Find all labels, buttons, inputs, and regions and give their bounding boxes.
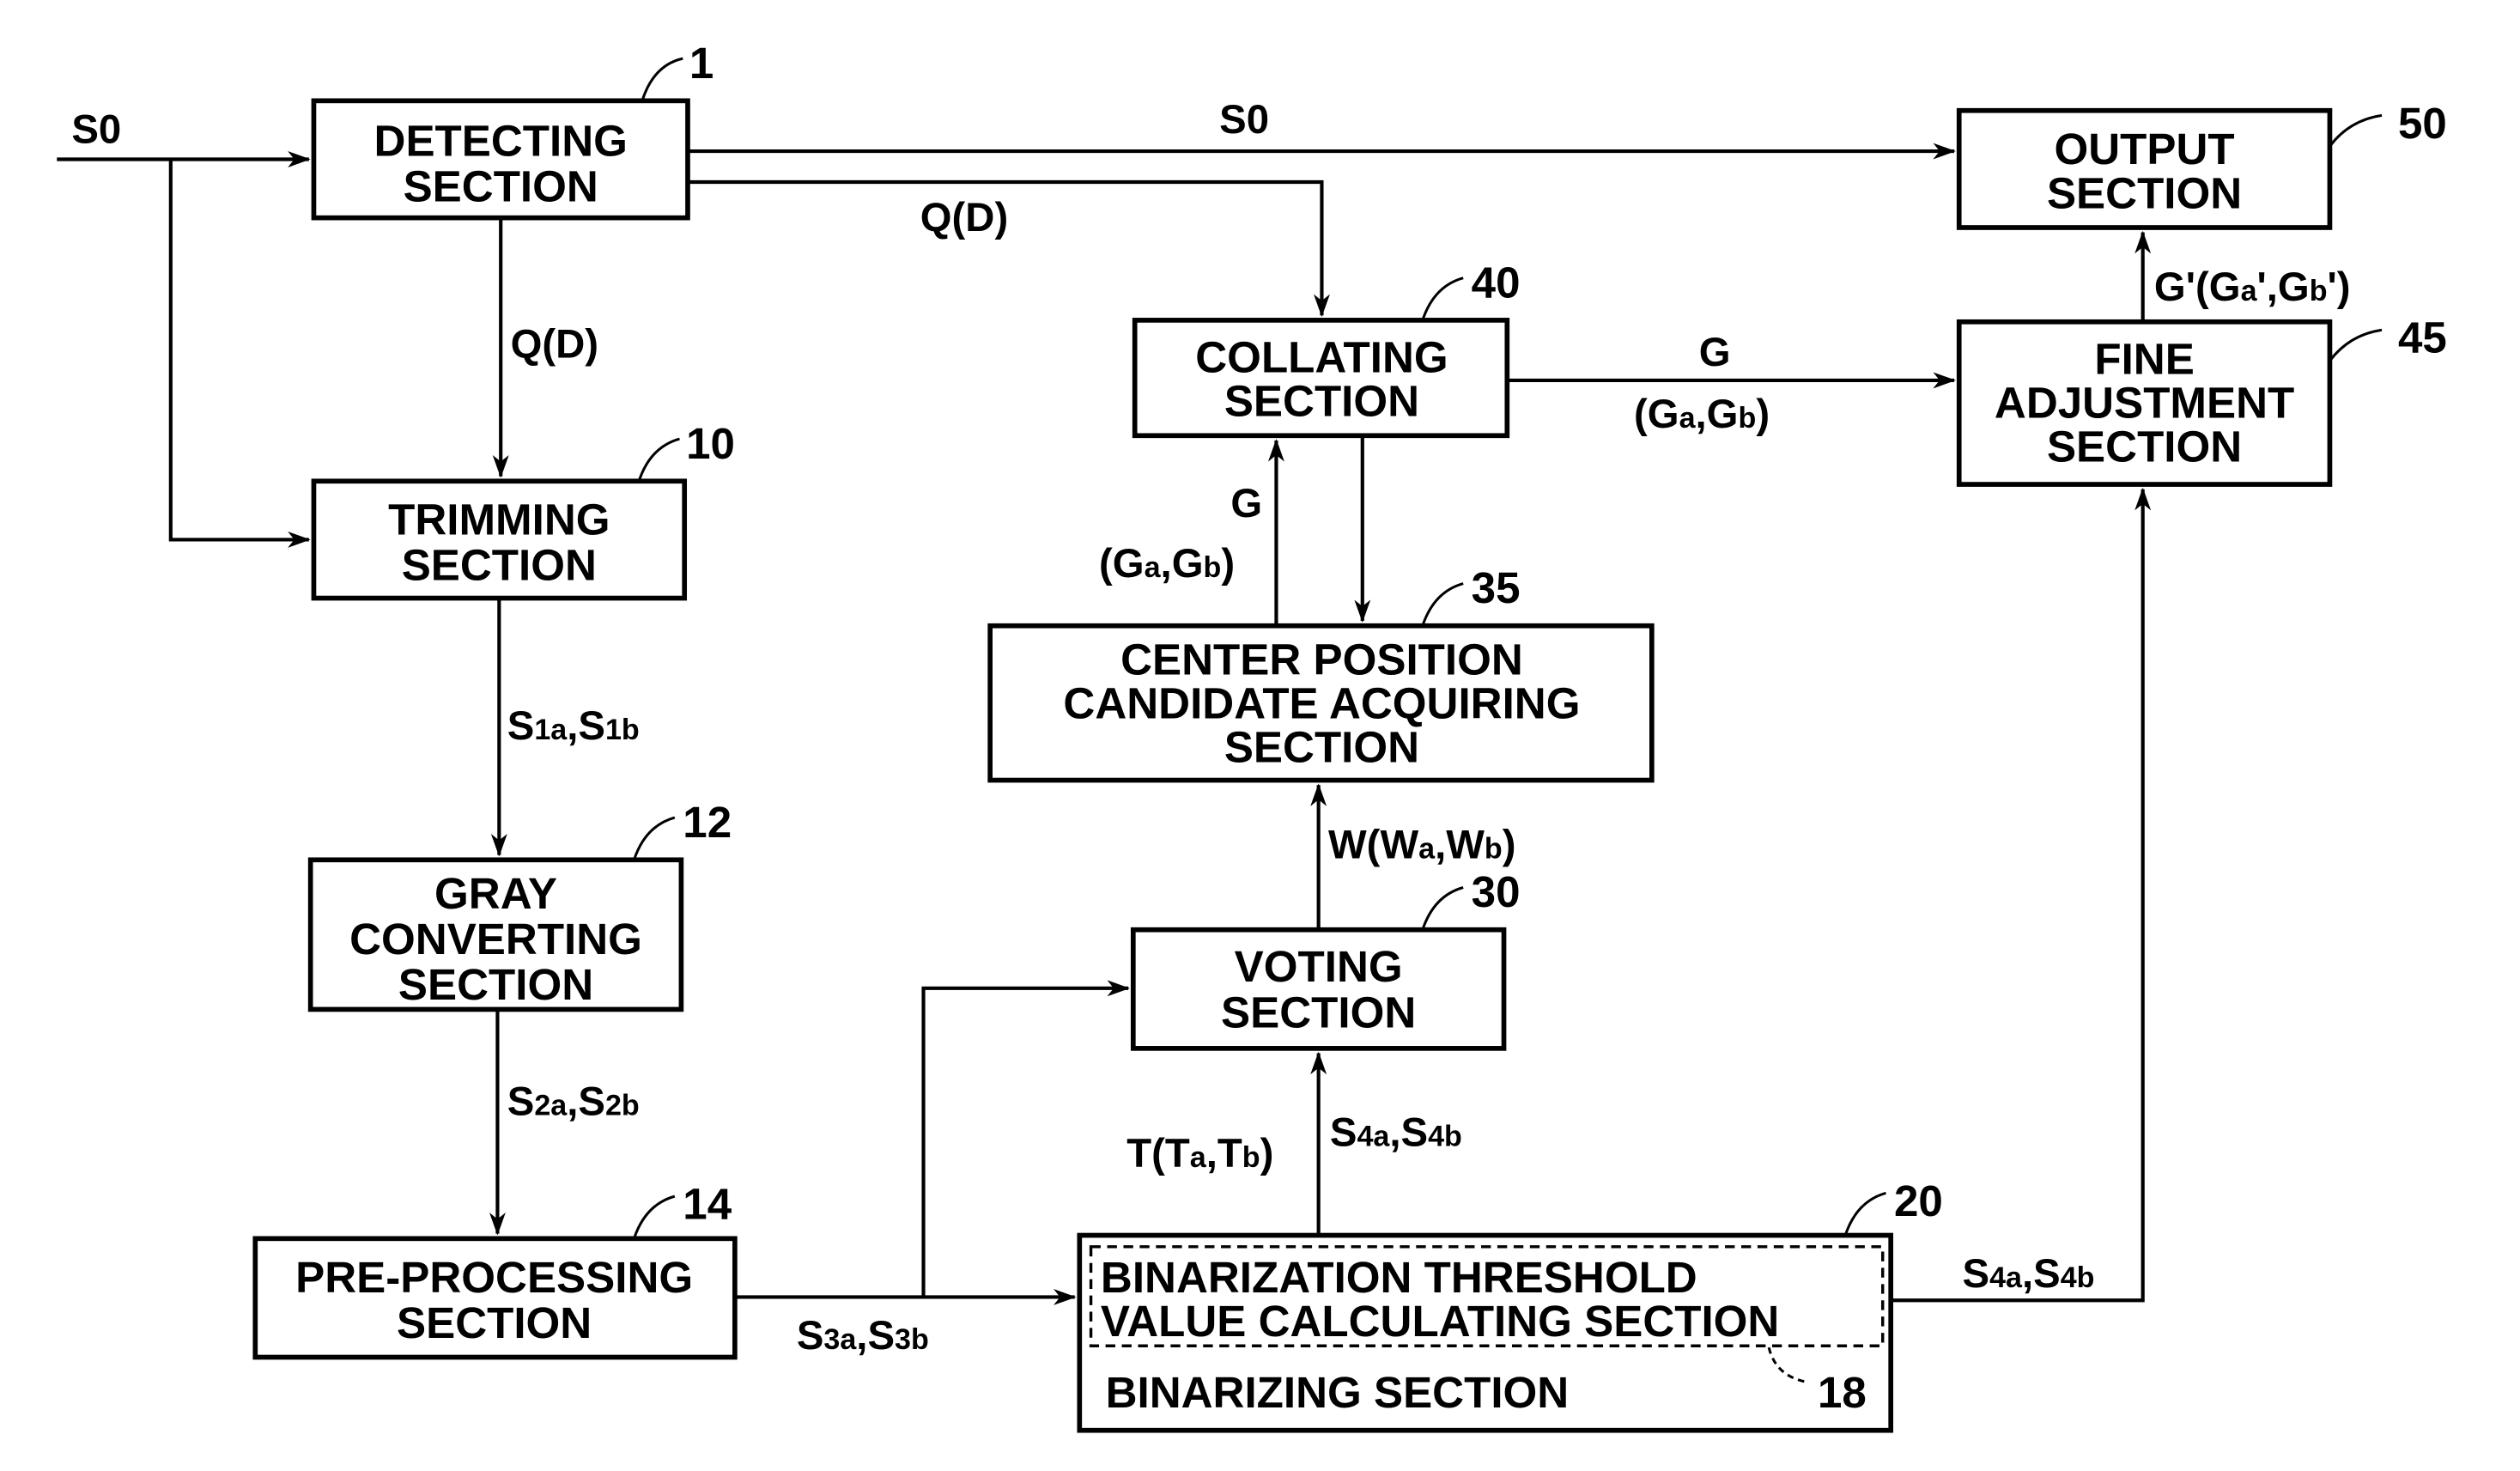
center-label-2: CANDIDATE ACQUIRING [1063, 679, 1580, 728]
voting-label-1: VOTING [1235, 942, 1403, 991]
fine-label-1: FINE [2094, 334, 2194, 383]
ref-number: 40 [1472, 258, 1521, 307]
ref-number-inner: 18 [1818, 1368, 1867, 1417]
label-s1: S1a,S1b [507, 703, 640, 749]
output-label-1: OUTPUT [2055, 125, 2235, 173]
ref-number: 20 [1894, 1176, 1943, 1225]
preprocessing-label-2: SECTION [397, 1298, 592, 1347]
detecting-label-1: DETECTING [374, 117, 628, 166]
binarizing-label: BINARIZING SECTION [1106, 1368, 1570, 1417]
voting-label-2: SECTION [1221, 988, 1416, 1036]
block-diagram: DETECTING SECTION 1 OUTPUT SECTION 50 TR… [57, 39, 2447, 1433]
label-g-fine: G [1699, 330, 1731, 375]
label-g-prime: G'(Ga',Gb') [2154, 264, 2351, 310]
ref-number: 14 [683, 1180, 732, 1229]
detecting-section: DETECTING SECTION 1 [311, 39, 713, 221]
trimming-label-1: TRIMMING [388, 495, 610, 544]
output-section: OUTPUT SECTION 50 [1956, 99, 2447, 230]
binarizing-section: BINARIZATION THRESHOLD VALUE CALCULATING… [1077, 1176, 1943, 1433]
center-label-1: CENTER POSITION [1120, 635, 1523, 684]
label-s0-output: S0 [1219, 97, 1269, 143]
fine-label-3: SECTION [2047, 422, 2242, 471]
label-s4-fine: S4a,S4b [1963, 1251, 2095, 1297]
label-s2: S2a,S2b [507, 1079, 640, 1124]
label-g-collating: G [1230, 481, 1262, 526]
label-gagb-fine: (Ga,Gb) [1634, 392, 1770, 437]
preprocessing-section: PRE-PROCESSING SECTION 14 [252, 1180, 738, 1360]
fine-label-2: ADJUSTMENT [1995, 378, 2294, 427]
ref-number: 45 [2398, 313, 2447, 362]
collating-section: COLLATING SECTION 40 [1132, 258, 1521, 439]
trimming-label-2: SECTION [402, 541, 597, 590]
threshold-label-1: BINARIZATION THRESHOLD [1101, 1253, 1697, 1302]
ref-number: 12 [683, 798, 732, 847]
ref-number: 35 [1472, 563, 1521, 612]
gray-converting-section: GRAY CONVERTING SECTION 12 [307, 798, 732, 1012]
gray-label-1: GRAY [434, 869, 557, 918]
label-w: W(Wa,Wb) [1328, 822, 1515, 867]
label-s4-voting: S4a,S4b [1330, 1109, 1462, 1155]
preprocessing-label-1: PRE-PROCESSING [295, 1253, 693, 1302]
gray-label-3: SECTION [398, 960, 593, 1009]
label-s0-input: S0 [71, 107, 121, 153]
fine-adjustment-section: FINE ADJUSTMENT SECTION 45 [1956, 313, 2447, 487]
label-threshold-t: T(Ta,Tb) [1126, 1131, 1273, 1176]
ref-number: 50 [2398, 99, 2447, 148]
gray-label-2: CONVERTING [349, 915, 642, 963]
label-qd-collating: Q(D) [920, 195, 1009, 240]
center-label-3: SECTION [1224, 723, 1419, 772]
output-label-2: SECTION [2047, 168, 2242, 217]
threshold-label-2: VALUE CALCULATING SECTION [1101, 1297, 1779, 1346]
label-qd-trimming: Q(D) [511, 321, 599, 367]
ref-number: 10 [686, 419, 735, 468]
ref-number: 30 [1472, 867, 1521, 916]
detecting-label-2: SECTION [404, 162, 598, 211]
arrow-s0-to-trimming [168, 159, 311, 548]
collating-label-2: SECTION [1224, 377, 1419, 426]
collating-label-1: COLLATING [1195, 332, 1448, 381]
voting-section: VOTING SECTION 30 [1130, 867, 1521, 1051]
center-position-section: CENTER POSITION CANDIDATE ACQUIRING SECT… [987, 563, 1655, 783]
label-gagb-collating: (Ga,Gb) [1099, 541, 1235, 587]
trimming-section: TRIMMING SECTION 10 [311, 419, 735, 601]
ref-number: 1 [689, 39, 713, 88]
label-s3: S3a,S3b [797, 1313, 929, 1359]
